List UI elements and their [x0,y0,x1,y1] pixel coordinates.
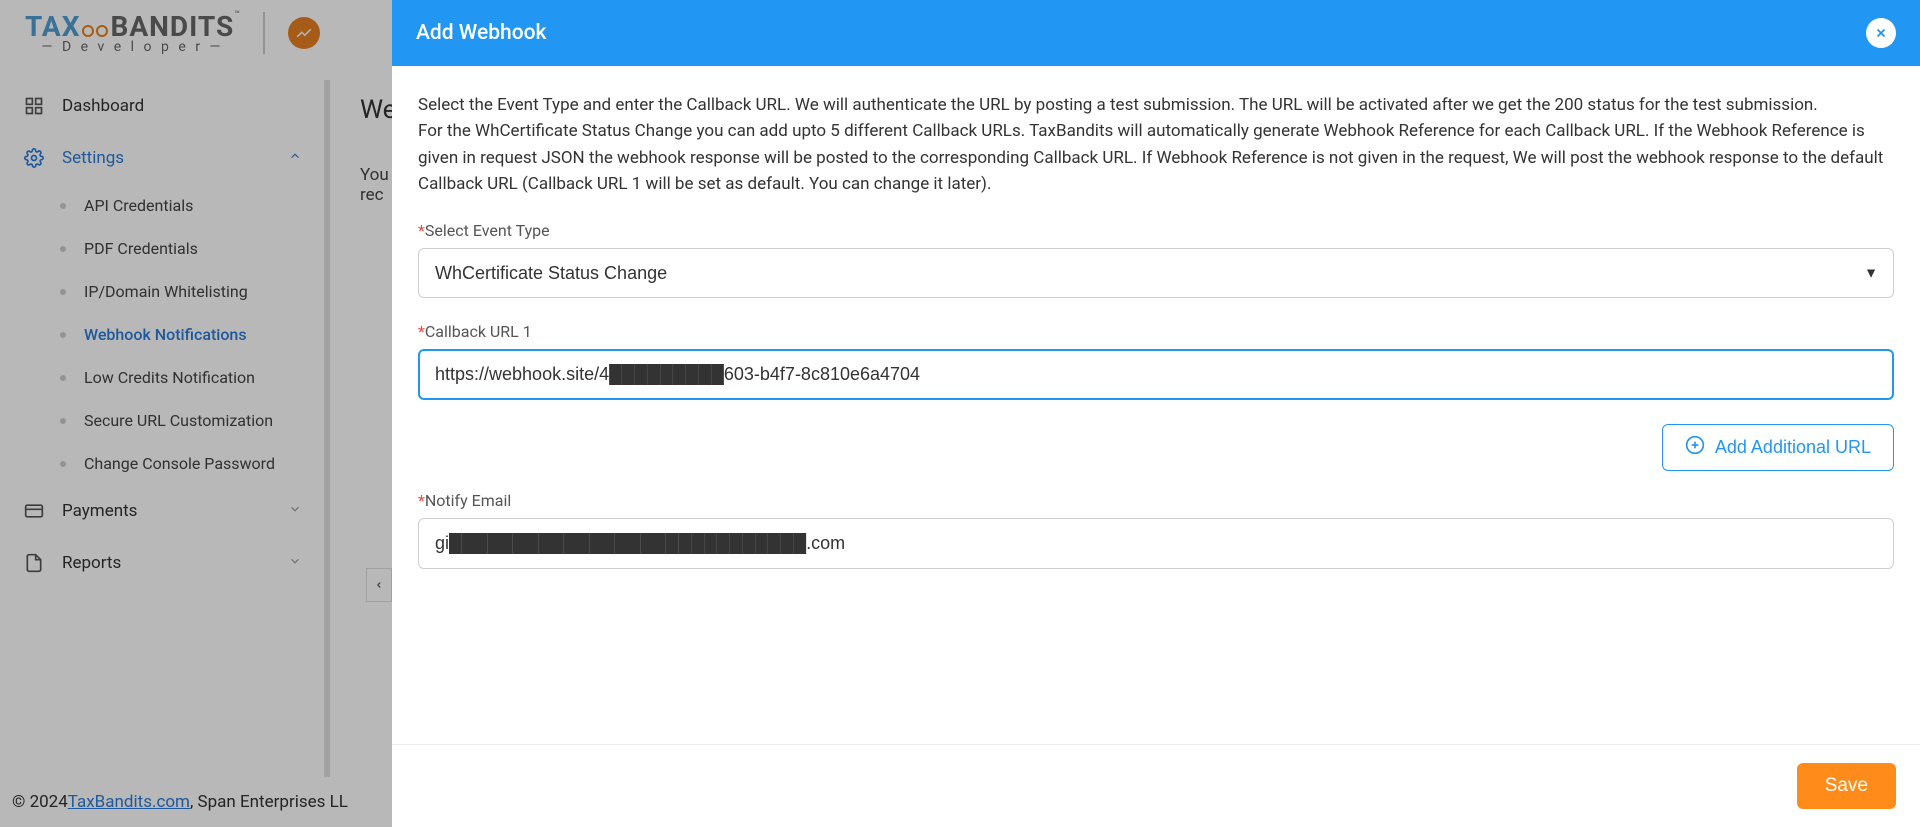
close-button[interactable] [1866,18,1896,48]
add-additional-url-button[interactable]: Add Additional URL [1662,424,1894,471]
event-type-select[interactable]: WhCertificate Status Change [418,248,1894,298]
modal-header: Add Webhook [392,0,1920,66]
callback-url-input[interactable] [418,349,1894,400]
modal-description: Select the Event Type and enter the Call… [418,92,1894,197]
add-webhook-modal: Add Webhook Select the Event Type and en… [392,0,1920,827]
notify-email-input[interactable] [418,518,1894,569]
notify-email-label: *Notify Email [418,491,1894,510]
modal-title: Add Webhook [416,21,546,45]
callback-url-label: *Callback URL 1 [418,322,1894,341]
save-button[interactable]: Save [1797,763,1896,809]
close-icon [1874,26,1888,40]
plus-circle-icon [1685,435,1705,460]
event-type-label: *Select Event Type [418,221,1894,240]
